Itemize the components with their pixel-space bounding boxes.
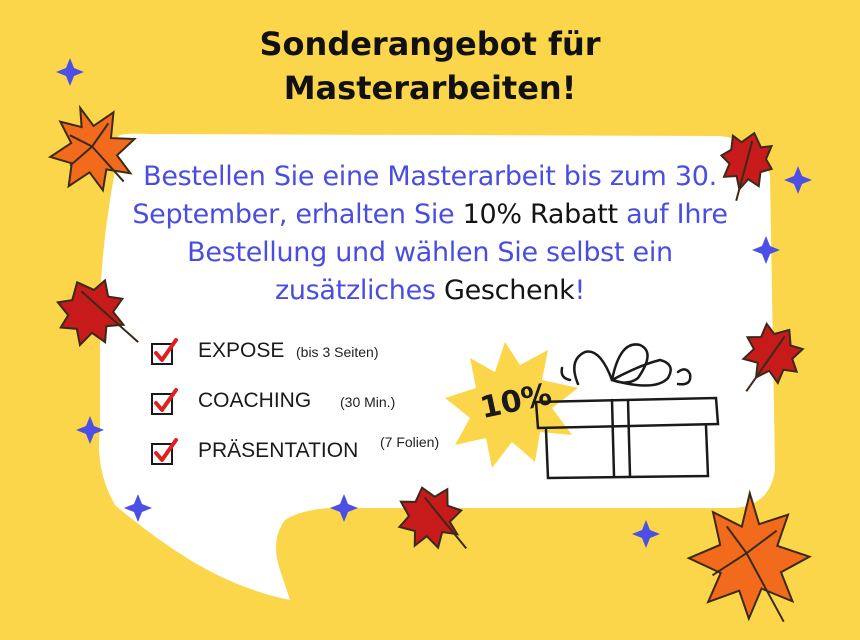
option-label: EXPOSE [198,339,285,362]
promo-text: Bestellen Sie eine Masterarbeit bis zum … [110,158,750,310]
promo-highlight-gift: Geschenk [443,275,575,306]
page-title: Sonderangebot für Masterarbeiten! [0,22,860,110]
option-note: (30 Min.) [340,394,396,410]
checkbox-checked-icon [151,388,178,415]
option-label: PRÄSENTATION [198,439,359,462]
checkbox-checked-icon [151,438,178,465]
sparkle-star-icon [784,166,812,194]
option-note: (bis 3 Seiten) [296,344,379,360]
promo-part-3: ! [574,275,586,306]
option-label: COACHING [198,389,312,412]
sparkle-star-icon [632,520,660,548]
title-line-1: Sonderangebot für [259,25,601,63]
autumn-leaf-icon [686,489,812,623]
promo-highlight-discount: 10% Rabatt [462,199,618,230]
title-line-2: Masterarbeiten! [283,69,577,107]
option-note: (7 Folien) [380,434,440,450]
checkbox-checked-icon [151,338,178,365]
